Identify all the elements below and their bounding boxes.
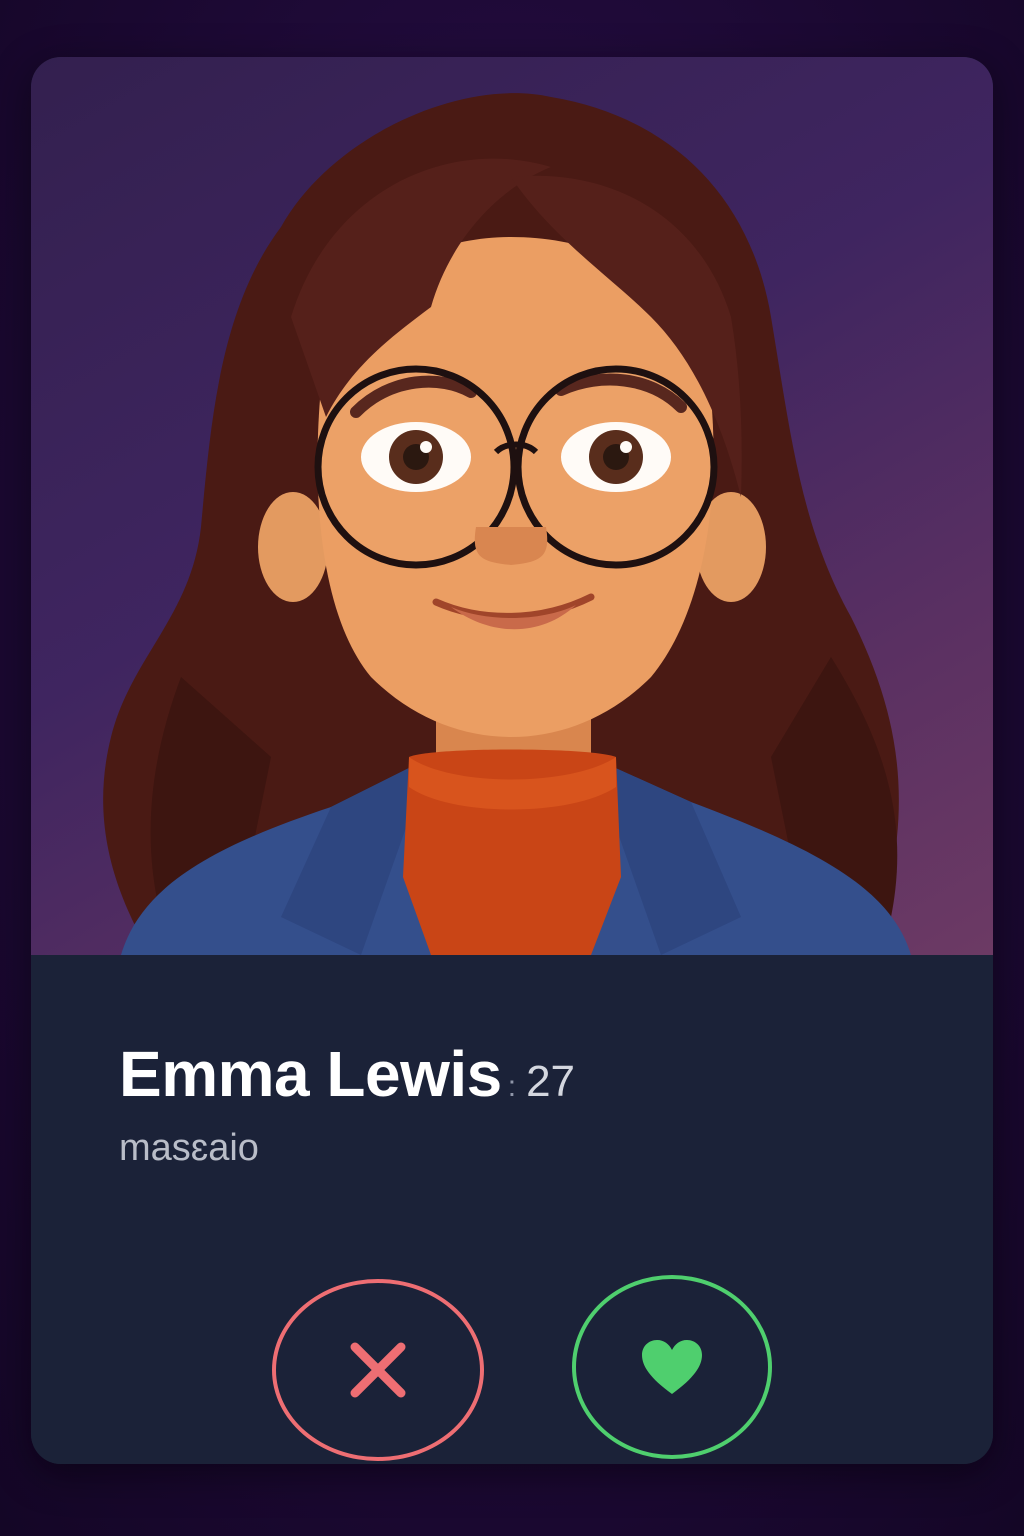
profile-photo bbox=[31, 57, 993, 955]
heart-icon bbox=[642, 1340, 702, 1394]
portrait-illustration bbox=[103, 93, 911, 955]
x-icon bbox=[350, 1342, 406, 1398]
name-age-separator: : bbox=[507, 1070, 517, 1103]
profile-name: Emma Lewis bbox=[119, 1038, 502, 1110]
name-age-row: Emma Lewis : 27 bbox=[119, 1037, 575, 1111]
profile-info-panel: Emma Lewis : 27 masɛaio bbox=[31, 955, 993, 1464]
like-button[interactable] bbox=[572, 1275, 772, 1459]
profile-subtitle: masɛaio bbox=[119, 1127, 259, 1169]
pass-button[interactable] bbox=[272, 1279, 484, 1461]
profile-age: 27 bbox=[526, 1057, 576, 1106]
profile-card[interactable]: Emma Lewis : 27 masɛaio bbox=[31, 57, 993, 1464]
